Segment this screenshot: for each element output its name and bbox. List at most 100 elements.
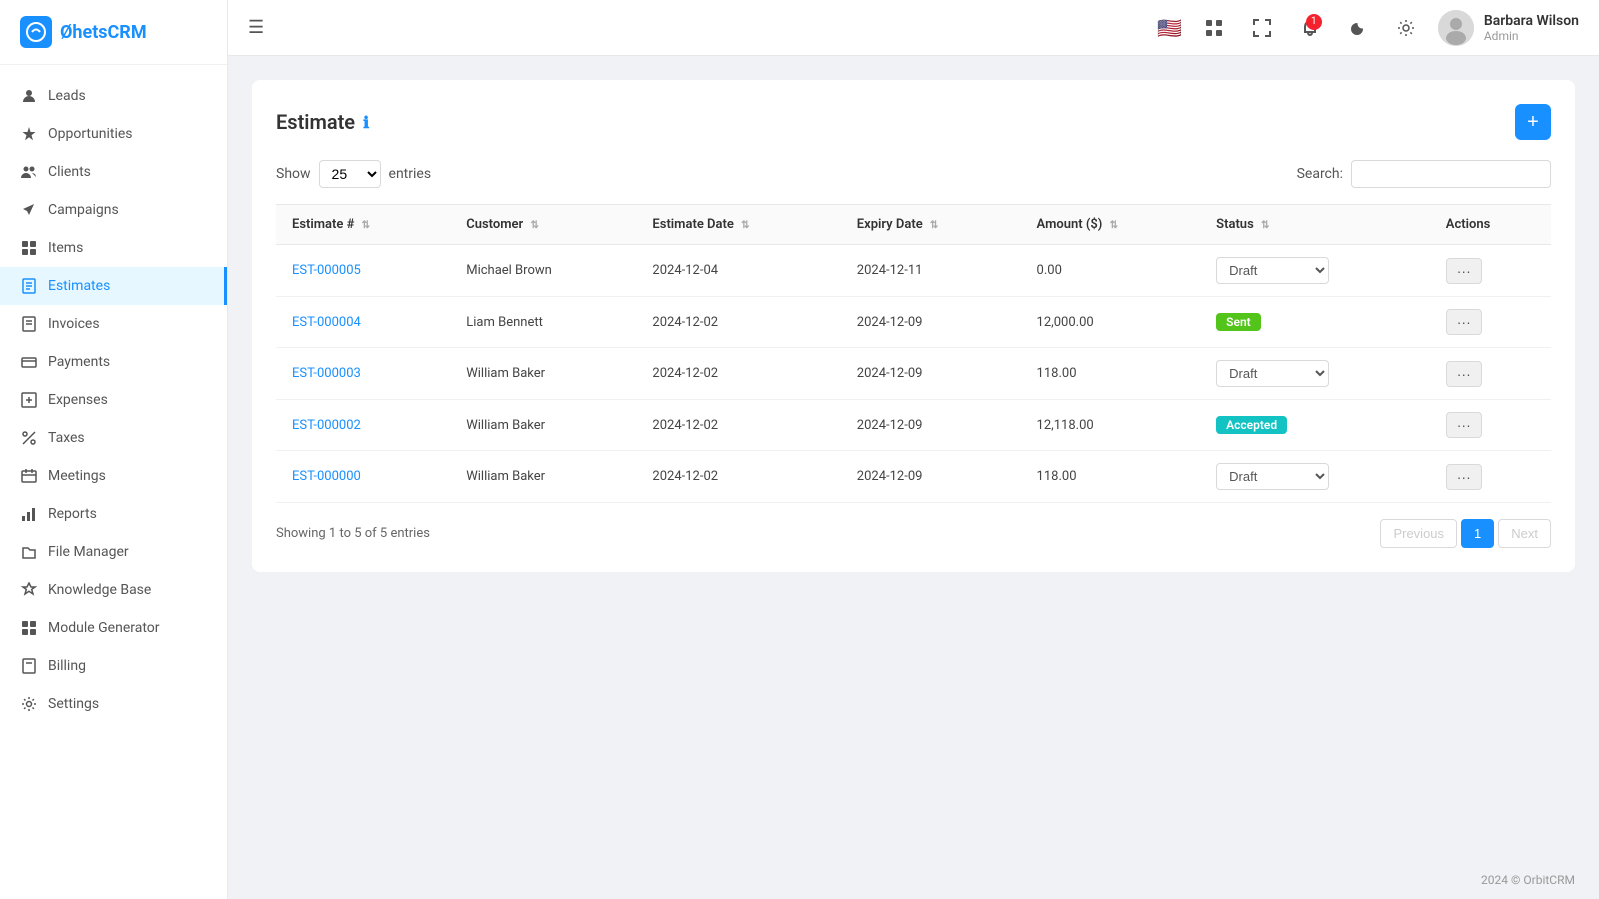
sidebar-item-billing[interactable]: Billing (0, 647, 227, 685)
cell-estimate-date: 2024-12-02 (636, 400, 840, 451)
cell-estimate-num: EST-000003 (276, 348, 450, 400)
sidebar-item-settings[interactable]: Settings (0, 685, 227, 723)
sidebar-item-payments[interactable]: Payments (0, 343, 227, 381)
estimate-link[interactable]: EST-000004 (292, 315, 361, 330)
sidebar-item-reports[interactable]: Reports (0, 495, 227, 533)
row-action-button[interactable]: ··· (1446, 309, 1482, 335)
page-header: Estimate ℹ + (276, 104, 1551, 140)
table-row: EST-000002 William Baker 2024-12-02 2024… (276, 400, 1551, 451)
sidebar-item-invoices[interactable]: Invoices (0, 305, 227, 343)
sort-icon-expiry-date: ⇅ (930, 220, 938, 231)
sidebar-item-estimates[interactable]: Estimates (0, 267, 227, 305)
table-row: EST-000004 Liam Bennett 2024-12-02 2024-… (276, 297, 1551, 348)
hamburger-menu[interactable]: ☰ (248, 17, 264, 38)
table-row: EST-000003 William Baker 2024-12-02 2024… (276, 348, 1551, 400)
sidebar-item-module-generator[interactable]: Module Generator (0, 609, 227, 647)
estimate-link[interactable]: EST-000005 (292, 263, 361, 278)
search-input[interactable] (1351, 160, 1551, 188)
page-1-button[interactable]: 1 (1461, 519, 1494, 548)
previous-button[interactable]: Previous (1380, 519, 1457, 548)
col-status[interactable]: Status ⇅ (1200, 205, 1430, 245)
status-select[interactable]: DraftSentAccepted (1216, 360, 1329, 387)
header-row: Estimate # ⇅ Customer ⇅ Estimate Date ⇅ … (276, 205, 1551, 245)
sidebar-label-meetings: Meetings (48, 468, 106, 484)
top-header: ☰ 🇺🇸 (228, 0, 1599, 56)
sidebar-item-opportunities[interactable]: Opportunities (0, 115, 227, 153)
cell-actions: ··· (1430, 451, 1551, 503)
sidebar-label-expenses: Expenses (48, 392, 108, 408)
info-icon[interactable]: ℹ (363, 113, 369, 132)
sidebar-label-campaigns: Campaigns (48, 202, 119, 218)
table-header: Estimate # ⇅ Customer ⇅ Estimate Date ⇅ … (276, 205, 1551, 245)
fullscreen-icon[interactable] (1246, 12, 1278, 44)
nav-icon-module-generator (20, 619, 38, 637)
main-content: Estimate ℹ + Show 25 10 50 100 entries (228, 56, 1599, 861)
estimate-link[interactable]: EST-000002 (292, 418, 361, 433)
sidebar-item-campaigns[interactable]: Campaigns (0, 191, 227, 229)
status-badge-accepted: Accepted (1216, 416, 1287, 434)
estimate-link[interactable]: EST-000000 (292, 469, 361, 484)
nav-icon-leads (20, 87, 38, 105)
sort-icon-customer: ⇅ (530, 220, 538, 231)
next-button[interactable]: Next (1498, 519, 1551, 548)
add-estimate-button[interactable]: + (1515, 104, 1551, 140)
sidebar-item-meetings[interactable]: Meetings (0, 457, 227, 495)
col-estimate-num[interactable]: Estimate # ⇅ (276, 205, 450, 245)
estimate-link[interactable]: EST-000003 (292, 366, 361, 381)
cell-estimate-date: 2024-12-02 (636, 451, 840, 503)
footer-text: 2024 © OrbitCRM (1481, 873, 1575, 887)
entries-select[interactable]: 25 10 50 100 (319, 160, 381, 188)
status-select[interactable]: DraftSentAccepted (1216, 463, 1329, 490)
row-action-button[interactable]: ··· (1446, 258, 1482, 284)
language-flag[interactable]: 🇺🇸 (1157, 16, 1182, 40)
sort-icon-estimate-date: ⇅ (741, 220, 749, 231)
cell-amount: 12,000.00 (1021, 297, 1201, 348)
user-profile[interactable]: Barbara Wilson Admin (1438, 10, 1579, 46)
sidebar-item-file-manager[interactable]: File Manager (0, 533, 227, 571)
header-left: ☰ (248, 17, 264, 38)
apps-grid-icon[interactable] (1198, 12, 1230, 44)
cell-actions: ··· (1430, 400, 1551, 451)
nav-icon-payments (20, 353, 38, 371)
sidebar-label-clients: Clients (48, 164, 91, 180)
sidebar-item-expenses[interactable]: Expenses (0, 381, 227, 419)
row-action-button[interactable]: ··· (1446, 412, 1482, 438)
cell-status: DraftSentAccepted (1200, 348, 1430, 400)
nav-icon-items (20, 239, 38, 257)
col-customer[interactable]: Customer ⇅ (450, 205, 636, 245)
sort-icon-status: ⇅ (1261, 220, 1269, 231)
cell-estimate-num: EST-000005 (276, 245, 450, 297)
col-actions: Actions (1430, 205, 1551, 245)
col-amount[interactable]: Amount ($) ⇅ (1021, 205, 1201, 245)
cell-expiry-date: 2024-12-09 (841, 348, 1021, 400)
sidebar-item-clients[interactable]: Clients (0, 153, 227, 191)
row-action-button[interactable]: ··· (1446, 464, 1482, 490)
col-estimate-date[interactable]: Estimate Date ⇅ (636, 205, 840, 245)
sidebar-item-taxes[interactable]: Taxes (0, 419, 227, 457)
status-badge-sent: Sent (1216, 313, 1261, 331)
sidebar-item-knowledge-base[interactable]: Knowledge Base (0, 571, 227, 609)
cell-actions: ··· (1430, 297, 1551, 348)
nav-icon-file-manager (20, 543, 38, 561)
sidebar-label-invoices: Invoices (48, 316, 100, 332)
user-name: Barbara Wilson (1484, 13, 1579, 29)
table-body: EST-000005 Michael Brown 2024-12-04 2024… (276, 245, 1551, 503)
sidebar-item-leads[interactable]: Leads (0, 77, 227, 115)
logo-icon (20, 16, 52, 48)
status-select[interactable]: DraftSentAccepted (1216, 257, 1329, 284)
settings-gear-icon[interactable] (1390, 12, 1422, 44)
row-action-button[interactable]: ··· (1446, 361, 1482, 387)
cell-status: Accepted (1200, 400, 1430, 451)
sidebar-label-file-manager: File Manager (48, 544, 129, 560)
sidebar-item-items[interactable]: Items (0, 229, 227, 267)
cell-estimate-num: EST-000004 (276, 297, 450, 348)
nav-icon-invoices (20, 315, 38, 333)
search-area: Search: (1297, 160, 1551, 188)
col-expiry-date[interactable]: Expiry Date ⇅ (841, 205, 1021, 245)
logo-area[interactable]: ØhetsCRM (0, 0, 227, 65)
notifications-icon[interactable]: 1 (1294, 12, 1326, 44)
dark-mode-icon[interactable] (1342, 12, 1374, 44)
app-name: ØhetsCRM (60, 22, 147, 43)
sidebar-label-opportunities: Opportunities (48, 126, 133, 142)
sidebar: ØhetsCRM Leads Opportunities Clients Cam… (0, 0, 228, 899)
